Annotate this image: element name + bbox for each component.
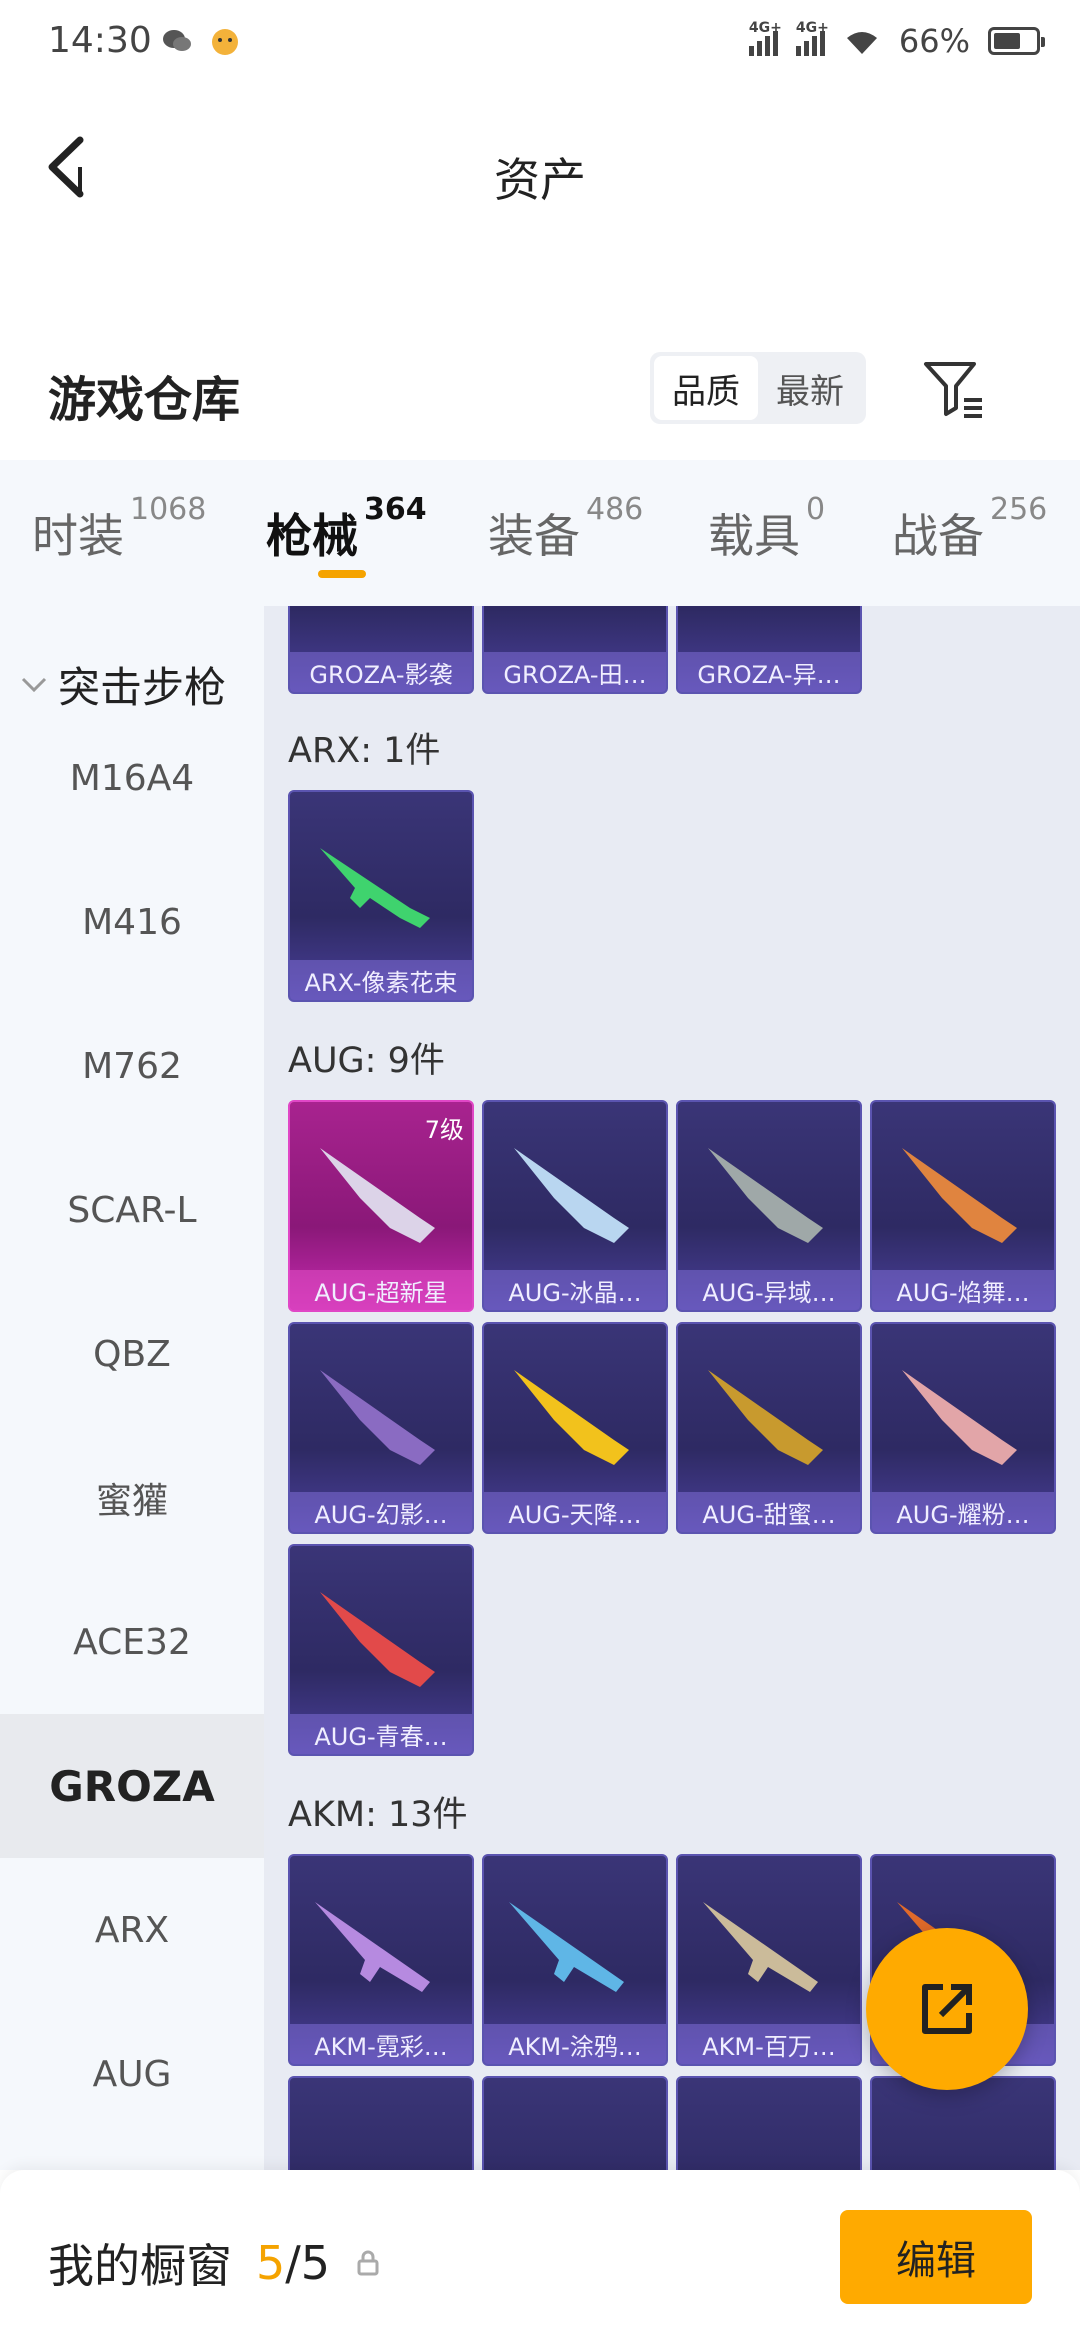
rifle-icon <box>708 1148 823 1243</box>
tab-firearms[interactable]: 枪械 364 <box>266 492 427 566</box>
weapon-card[interactable]: AUG-甜蜜… <box>676 1322 862 1534</box>
signal-icon: 4G+ <box>748 20 782 56</box>
section-label-aug: AUG: 9件 <box>288 1041 445 1081</box>
section-label-akm: AKM: 13件 <box>288 1795 468 1835</box>
sidebar-item-groza[interactable]: GROZA <box>0 1714 264 1858</box>
rifle-icon <box>902 1370 1017 1465</box>
rifle-icon <box>509 1902 624 1992</box>
showcase-bar: 我的橱窗 5/5 编辑 <box>0 2170 1080 2340</box>
weapon-card[interactable]: AUG-天降… <box>482 1322 668 1534</box>
section-label-arx: ARX: 1件 <box>288 731 441 771</box>
weapon-card[interactable]: AUG-冰晶… <box>482 1100 668 1312</box>
sidebar-item-arx[interactable]: ARX <box>0 1858 264 2002</box>
tab-tactical[interactable]: 战备 256 <box>892 492 1047 566</box>
rifle-icon <box>320 1148 435 1243</box>
rifle-icon <box>708 1370 823 1465</box>
status-bar: 14:30 4G+ 4G+ 66% <box>0 0 1080 84</box>
weapon-card[interactable]: GROZA-田… <box>482 606 668 694</box>
weapon-card[interactable]: GROZA-异… <box>676 606 862 694</box>
weapon-card[interactable]: AKM-百万… <box>676 1854 862 2066</box>
weapon-card[interactable] <box>482 2076 668 2170</box>
showcase-count: 5/5 <box>256 2236 331 2290</box>
tab-fashion[interactable]: 时装 1068 <box>32 492 206 566</box>
lock-icon <box>357 2250 379 2276</box>
tab-vehicles[interactable]: 载具 0 <box>708 492 825 566</box>
sidebar-item-honey-badger[interactable]: 蜜獾 <box>0 1426 264 1570</box>
sidebar-item-m16a4[interactable]: M16A4 <box>0 706 264 850</box>
filter-icon[interactable] <box>920 356 986 422</box>
weapon-card[interactable]: AUG-焰舞… <box>870 1100 1056 1312</box>
weapon-card[interactable] <box>288 2076 474 2170</box>
sort-quality-button[interactable]: 品质 <box>654 356 758 420</box>
warehouse-header: 游戏仓库 品质 最新 <box>0 330 1080 460</box>
rifle-icon <box>320 1592 435 1687</box>
weapon-card[interactable]: ARX-像素花束 <box>288 790 474 1002</box>
weapon-sidebar: 突击步枪 M16A4 M416 M762 SCAR-L QBZ 蜜獾 ACE32… <box>0 606 264 2170</box>
page-title: 资产 <box>494 153 586 207</box>
weapon-card[interactable]: AKM-霓彩… <box>288 1854 474 2066</box>
share-icon <box>922 1984 972 2034</box>
weapon-card[interactable]: AUG-幻影… <box>288 1322 474 1534</box>
rifle-icon <box>320 848 430 928</box>
wifi-icon <box>846 32 877 54</box>
weapon-card[interactable] <box>676 2076 862 2170</box>
chevron-down-icon <box>21 677 47 692</box>
sidebar-item-m416[interactable]: M416 <box>0 850 264 994</box>
sidebar-item-ace32[interactable]: ACE32 <box>0 1570 264 1714</box>
showcase-label: 我的橱窗 <box>48 2239 232 2293</box>
game-app-icon <box>212 29 238 55</box>
weapon-card[interactable]: AUG-耀粉… <box>870 1322 1056 1534</box>
rifle-icon <box>514 1370 629 1465</box>
warehouse-title: 游戏仓库 <box>48 372 241 428</box>
weapon-card[interactable]: 7级 AUG-超新星 <box>288 1100 474 1312</box>
weapon-card[interactable] <box>870 2076 1056 2170</box>
status-time: 14:30 <box>48 20 152 61</box>
sidebar-item-aug[interactable]: AUG <box>0 2002 264 2146</box>
rifle-icon <box>320 1370 435 1465</box>
weapon-card[interactable]: AUG-异域… <box>676 1100 862 1312</box>
weapon-card[interactable]: AUG-青春… <box>288 1544 474 1756</box>
category-tabs: 时装 1068 枪械 364 装备 486 载具 0 战备 256 <box>0 460 1080 606</box>
weapon-card[interactable]: GROZA-影袭 <box>288 606 474 694</box>
battery-percent: 66% <box>898 22 970 60</box>
sort-newest-button[interactable]: 最新 <box>758 356 862 420</box>
signal-icon-2: 4G+ <box>795 20 829 56</box>
sort-toggle: 品质 最新 <box>650 352 866 424</box>
app-header: 资产 <box>0 84 1080 244</box>
rifle-icon <box>703 1902 818 1992</box>
battery-icon <box>988 27 1045 55</box>
active-tab-indicator <box>318 570 366 578</box>
chat-app-icon <box>163 30 191 51</box>
rifle-icon <box>902 1148 1017 1243</box>
rifle-icon <box>514 1148 629 1243</box>
share-button[interactable] <box>866 1928 1028 2090</box>
rifle-icon <box>315 1902 430 1992</box>
showcase-label-group: 我的橱窗 5/5 <box>48 2230 382 2296</box>
tab-equipment[interactable]: 装备 486 <box>488 492 643 566</box>
sidebar-item-m762[interactable]: M762 <box>0 994 264 1138</box>
weapon-card[interactable]: AKM-涂鸦… <box>482 1854 668 2066</box>
edit-button[interactable]: 编辑 <box>840 2210 1032 2304</box>
sidebar-item-scar-l[interactable]: SCAR-L <box>0 1138 264 1282</box>
sidebar-item-qbz[interactable]: QBZ <box>0 1282 264 1426</box>
